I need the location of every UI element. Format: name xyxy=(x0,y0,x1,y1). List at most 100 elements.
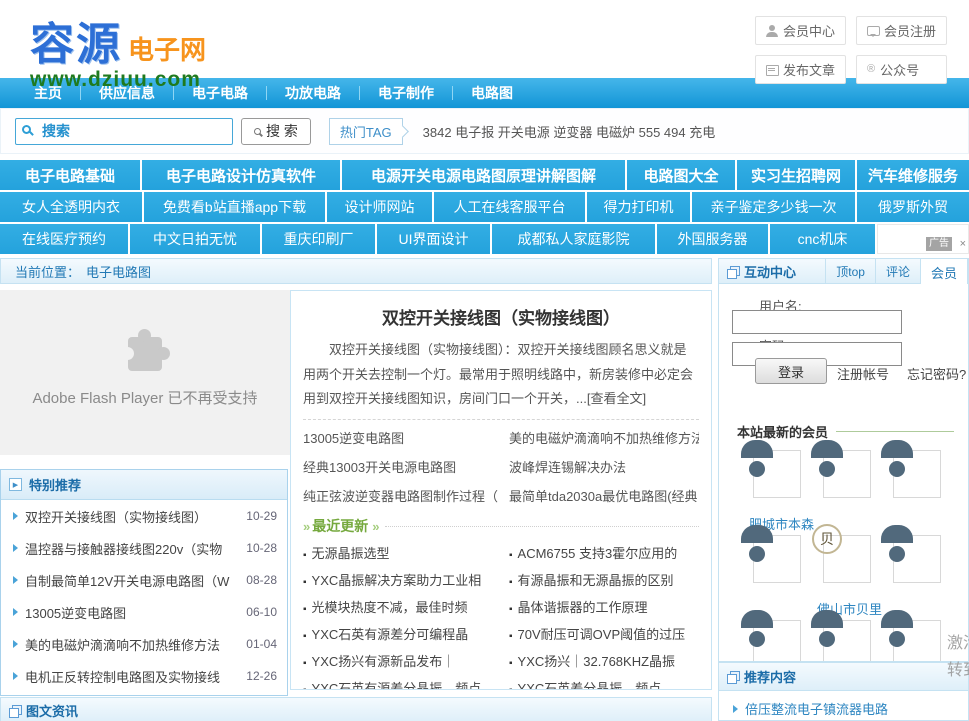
hot-link[interactable]: 最简单tda2030a最优电路图(经典 xyxy=(509,482,699,511)
article-title[interactable]: 双控开关接线图（实物接线图） xyxy=(303,304,699,329)
hot-link[interactable]: 经典13003开关电源电路图 xyxy=(303,453,509,482)
nav-item-electronic-making[interactable]: 电子制作 xyxy=(360,78,452,108)
hot-link[interactable]: 纯正弦波逆变器电路图制作过程（ xyxy=(303,482,509,511)
comment-icon xyxy=(867,25,879,37)
hot-link[interactable]: 波峰焊连锡解决办法 xyxy=(509,453,699,482)
recent-item[interactable]: YXC扬兴｜32.768KHZ晶振 xyxy=(509,648,699,675)
ad-link[interactable]: 外国服务器 xyxy=(657,224,768,254)
item-link[interactable]: 温控器与接触器接线图220v（实物 xyxy=(25,539,240,558)
special-recommend-title: 特别推荐 xyxy=(29,475,81,494)
member-avatar[interactable] xyxy=(753,535,801,583)
item-link[interactable]: 电机正反转控制电路图及实物接线 xyxy=(25,667,240,686)
official-account-button[interactable]: ® 公众号 xyxy=(856,55,947,84)
member-avatar-logo[interactable]: 贝 xyxy=(823,535,871,583)
tab-comments[interactable]: 评论 xyxy=(875,258,920,284)
recent-item[interactable]: YXC石英差分晶振，频点 xyxy=(509,675,699,690)
login-button[interactable]: 登录 xyxy=(755,358,827,384)
publish-article-button[interactable]: 发布文章 xyxy=(755,55,846,84)
member-avatar[interactable] xyxy=(893,620,941,662)
recommend-content-header: 推荐内容 xyxy=(719,663,968,691)
member-avatar[interactable] xyxy=(893,535,941,583)
guillemet-icon: » xyxy=(303,519,308,534)
ad-link[interactable]: 电路图大全 xyxy=(627,160,735,190)
ad-link[interactable]: 女人全透明内衣 xyxy=(0,192,142,222)
recent-item[interactable]: YXC石英有源差分晶振，频点 xyxy=(303,675,509,690)
interactive-center-title: 互动中心 xyxy=(744,262,796,281)
recent-item[interactable]: 光模块热度不减，最佳时频 xyxy=(303,594,509,621)
recommend-content-title: 推荐内容 xyxy=(744,667,796,686)
arrow-bullet-icon xyxy=(13,512,18,520)
ad-row-2: 女人全透明内衣 免费看b站直播app下载 设计师网站 人工在线客服平台 得力打印… xyxy=(0,192,969,222)
breadcrumb-current[interactable]: 电子电路图 xyxy=(86,262,151,281)
layers-icon xyxy=(727,266,738,277)
member-center-button[interactable]: 会员中心 xyxy=(755,16,846,45)
hot-tags-text[interactable]: 3842 电子报 开关电源 逆变器 电磁炉 555 494 充电 xyxy=(423,122,716,141)
ad-link[interactable]: 亲子鉴定多少钱一次 xyxy=(692,192,855,222)
search-button[interactable]: 搜 索 xyxy=(241,118,311,145)
ad-link[interactable]: 实习生招聘网 xyxy=(737,160,855,190)
ad-link[interactable]: UI界面设计 xyxy=(377,224,490,254)
ad-link[interactable]: 汽车维修服务 xyxy=(857,160,969,190)
recent-item[interactable]: YXC晶振解决方案助力工业相 xyxy=(303,567,509,594)
list-item: 温控器与接触器接线图220v（实物 10-28 xyxy=(1,532,287,564)
member-avatar[interactable] xyxy=(753,450,801,498)
tab-top[interactable]: 顶top xyxy=(825,258,875,284)
search-section: 搜 索 热门TAG 3842 电子报 开关电源 逆变器 电磁炉 555 494 … xyxy=(0,108,969,154)
ad-link[interactable]: cnc机床 xyxy=(770,224,875,254)
site-logo[interactable]: 容源电子网 www.dziuu.com xyxy=(30,8,206,92)
nav-item-circuit-diagram[interactable]: 电路图 xyxy=(453,78,531,108)
member-avatar[interactable] xyxy=(823,620,871,662)
search-input[interactable] xyxy=(15,118,233,145)
site-header: 容源电子网 www.dziuu.com 会员中心 会员注册 发布文章 ® 公众号 xyxy=(0,0,969,78)
member-avatar[interactable] xyxy=(823,450,871,498)
forgot-password-link[interactable]: 忘记密码? xyxy=(907,364,966,383)
ad-link[interactable]: 电源开关电源电路图原理讲解图解 xyxy=(342,160,625,190)
ad-link[interactable]: 电子电路设计仿真软件 xyxy=(142,160,340,190)
ad-link[interactable]: 成都私人家庭影院 xyxy=(492,224,655,254)
ad-link[interactable]: 电子电路基础 xyxy=(0,160,140,190)
ad-link[interactable]: 设计师网站 xyxy=(327,192,432,222)
member-register-button[interactable]: 会员注册 xyxy=(856,16,947,45)
list-item: 13005逆变电路图06-10 xyxy=(1,596,287,628)
item-date: 10-28 xyxy=(246,541,277,555)
ad-link[interactable]: 得力打印机 xyxy=(587,192,690,222)
watermark-line1: 激活 xyxy=(947,630,969,657)
watermark-line2: 转到 xyxy=(947,657,969,684)
item-link[interactable]: 美的电磁炉滴滴响不加热维修方法 xyxy=(25,635,240,654)
ad-close-icon[interactable]: × xyxy=(960,237,966,251)
ad-link[interactable]: 免费看b站直播app下载 xyxy=(144,192,325,222)
recent-item[interactable]: 晶体谐振器的工作原理 xyxy=(509,594,699,621)
hot-link[interactable]: 13005逆变电路图 xyxy=(303,424,509,453)
ad-link[interactable]: 重庆印刷厂 xyxy=(262,224,375,254)
interactive-center-panel: 用户名: 密码: 登录 注册帐号 忘记密码? 本站最新的会员 肥城市本森 贝 佛… xyxy=(718,284,969,662)
recent-item[interactable]: ACM6755 支持3霍尔应用的 xyxy=(509,540,699,567)
tab-members[interactable]: 会员 xyxy=(920,258,968,285)
hot-tag-badge: 热门TAG xyxy=(329,118,403,145)
register-link[interactable]: 注册帐号 xyxy=(837,364,889,383)
search-button-icon xyxy=(254,128,261,135)
recent-item[interactable]: 70V耐压可调OVP阈值的过压 xyxy=(509,621,699,648)
ad-link[interactable]: 人工在线客服平台 xyxy=(434,192,585,222)
ad-link[interactable]: 俄罗斯外贸 xyxy=(857,192,969,222)
ad-banner-box[interactable]: 广告 × xyxy=(877,224,969,254)
recent-item[interactable]: YXC石英有源差分可编程晶 xyxy=(303,621,509,648)
read-more-link[interactable]: [查看全文] xyxy=(587,391,646,406)
ad-link[interactable]: 在线医疗预约 xyxy=(0,224,128,254)
logo-main-text: 容源 xyxy=(30,20,122,69)
layers-icon xyxy=(727,671,738,682)
recommend-item[interactable]: 倍压整流电子镇流器电路 xyxy=(719,691,968,718)
member-avatar[interactable] xyxy=(893,450,941,498)
recent-item[interactable]: 无源晶振选型 xyxy=(303,540,509,567)
item-link[interactable]: 双控开关接线图（实物接线图） xyxy=(25,507,240,526)
recent-item[interactable]: YXC扬兴有源新品发布｜ xyxy=(303,648,509,675)
item-link[interactable]: 13005逆变电路图 xyxy=(25,603,240,622)
hot-link[interactable]: 美的电磁炉滴滴响不加热维修方法 xyxy=(509,424,699,453)
member-avatar[interactable] xyxy=(753,620,801,662)
username-field[interactable] xyxy=(732,310,902,334)
nav-item-amplifier-circuits[interactable]: 功放电路 xyxy=(267,78,359,108)
item-link[interactable]: 自制最简单12V开关电源电路图（W xyxy=(25,571,240,590)
ad-link[interactable]: 中文日拍无忧 xyxy=(130,224,260,254)
play-box-icon: ▶ xyxy=(9,478,22,491)
ad-row-3: 在线医疗预约 中文日拍无忧 重庆印刷厂 UI界面设计 成都私人家庭影院 外国服务… xyxy=(0,224,969,254)
recent-item[interactable]: 有源晶振和无源晶振的区别 xyxy=(509,567,699,594)
